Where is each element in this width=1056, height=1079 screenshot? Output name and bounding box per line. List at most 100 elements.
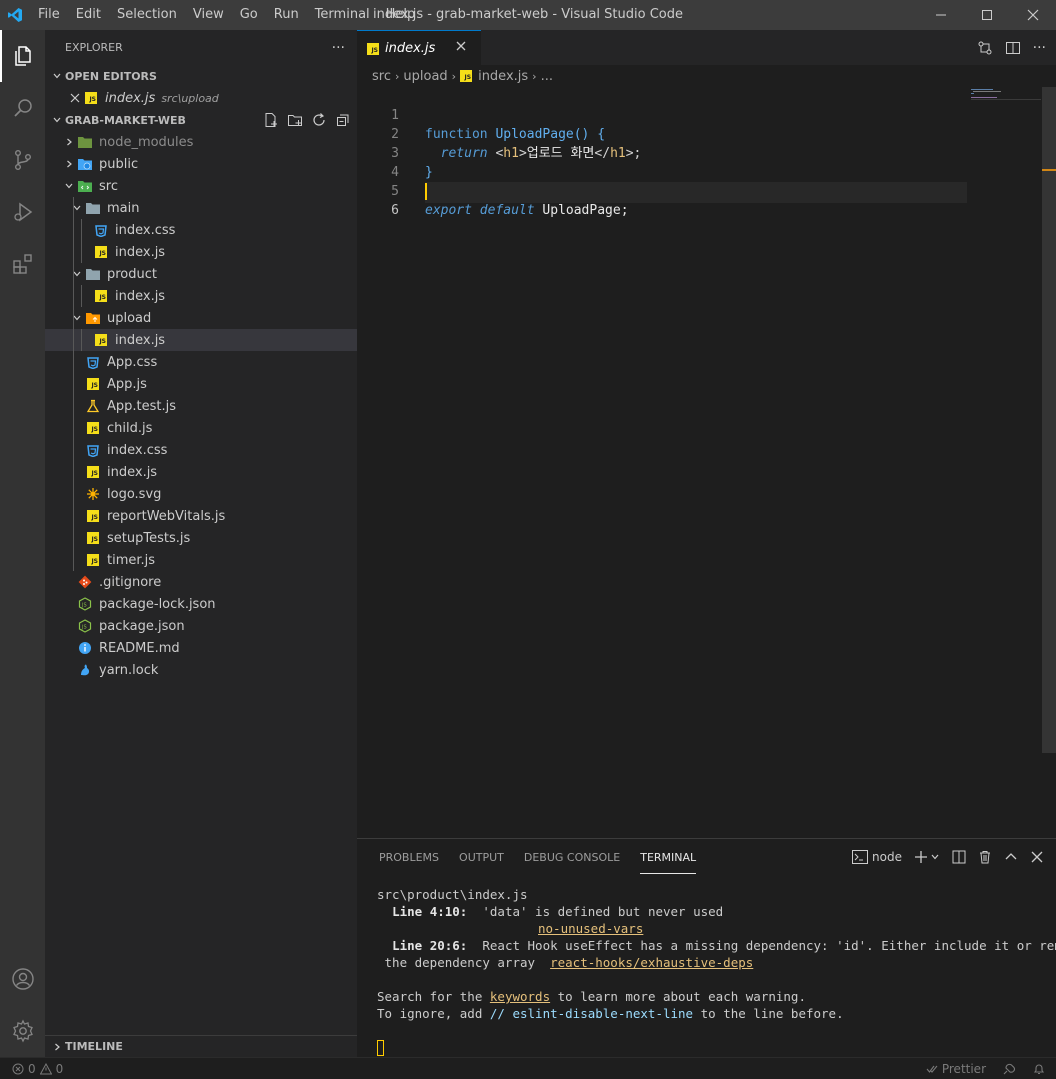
breadcrumb-symbol[interactable]: ... bbox=[541, 69, 553, 84]
test-flask-icon bbox=[85, 398, 101, 414]
tree-file-index-css[interactable]: index.css bbox=[45, 439, 357, 461]
manage-activity[interactable] bbox=[0, 1005, 45, 1057]
new-terminal-button[interactable] bbox=[914, 850, 940, 864]
tree-file-yarn-lock[interactable]: yarn.lock bbox=[45, 659, 357, 681]
maximize-button[interactable] bbox=[964, 0, 1010, 30]
more-actions-icon[interactable]: ··· bbox=[332, 40, 345, 56]
minimize-button[interactable] bbox=[918, 0, 964, 30]
close-icon[interactable] bbox=[1030, 850, 1044, 864]
split-editor-icon[interactable] bbox=[1005, 40, 1021, 56]
tree-folder-src[interactable]: src bbox=[45, 175, 357, 197]
tree-file-main-index-css[interactable]: index.css bbox=[45, 219, 357, 241]
tree-file-gitignore[interactable]: .gitignore bbox=[45, 571, 357, 593]
terminal-text: Search for the bbox=[377, 989, 490, 1004]
prettier-status[interactable]: Prettier bbox=[926, 1062, 986, 1076]
close-window-button[interactable] bbox=[1010, 0, 1056, 30]
editor-scrollbar[interactable] bbox=[1042, 87, 1056, 753]
terminal-selector[interactable]: node bbox=[852, 849, 902, 864]
tree-file-app-css[interactable]: App.css bbox=[45, 351, 357, 373]
tree-file-logo-svg[interactable]: logo.svg bbox=[45, 483, 357, 505]
terminal-output[interactable]: src\product\index.js Line 4:10: 'data' i… bbox=[377, 886, 1056, 1057]
rule-link[interactable]: react-hooks/exhaustive-deps bbox=[550, 955, 753, 970]
tree-file-app-js[interactable]: JS App.js bbox=[45, 373, 357, 395]
source-control-activity[interactable] bbox=[0, 134, 45, 186]
tree-file-reportwebvitals-js[interactable]: JS reportWebVitals.js bbox=[45, 505, 357, 527]
tree-file-timer-js[interactable]: JS timer.js bbox=[45, 549, 357, 571]
breadcrumb-upload[interactable]: upload bbox=[403, 69, 447, 84]
more-actions-icon[interactable]: ··· bbox=[1033, 40, 1046, 56]
collapse-all-icon[interactable] bbox=[335, 112, 351, 128]
minimize-icon bbox=[936, 14, 946, 16]
accounts-activity[interactable] bbox=[0, 953, 45, 1005]
tree-file-upload-index-js[interactable]: JS index.js bbox=[45, 329, 357, 351]
breadcrumb-src[interactable]: src bbox=[372, 69, 391, 84]
chevron-up-icon[interactable] bbox=[1004, 850, 1018, 864]
tab-index-js[interactable]: JS index.js bbox=[357, 30, 481, 65]
tree-folder-node-modules[interactable]: node_modules bbox=[45, 131, 357, 153]
new-folder-icon[interactable] bbox=[287, 112, 303, 128]
tree-file-app-test-js[interactable]: App.test.js bbox=[45, 395, 357, 417]
trash-icon[interactable] bbox=[978, 850, 992, 864]
minimap[interactable] bbox=[971, 87, 1041, 107]
timeline-section[interactable]: TIMELINE bbox=[45, 1035, 357, 1057]
menu-selection[interactable]: Selection bbox=[109, 0, 185, 30]
tree-file-package-json[interactable]: JS package.json bbox=[45, 615, 357, 637]
tree-file-setuptests-js[interactable]: JS setupTests.js bbox=[45, 527, 357, 549]
tab-terminal[interactable]: TERMINAL bbox=[630, 839, 706, 874]
extensions-activity[interactable] bbox=[0, 238, 45, 290]
menu-terminal[interactable]: Terminal bbox=[307, 0, 378, 30]
refresh-icon[interactable] bbox=[311, 112, 327, 128]
tab-debug-console[interactable]: DEBUG CONSOLE bbox=[514, 839, 630, 874]
feedback-icon[interactable] bbox=[1002, 1062, 1016, 1076]
split-terminal-icon[interactable] bbox=[952, 850, 966, 864]
close-editor-icon[interactable] bbox=[67, 87, 83, 109]
close-tab-icon[interactable] bbox=[455, 40, 467, 56]
new-file-icon[interactable] bbox=[263, 112, 279, 128]
chevron-down-icon[interactable] bbox=[930, 852, 940, 862]
tree-file-package-lock-json[interactable]: JS package-lock.json bbox=[45, 593, 357, 615]
menu-file[interactable]: File bbox=[30, 0, 68, 30]
code-area[interactable]: 1 function UploadPage() { 2 return <h1>업… bbox=[357, 87, 1056, 218]
terminal-text: to the line before. bbox=[693, 1006, 844, 1021]
search-icon bbox=[13, 99, 32, 117]
tree-file-product-index-js[interactable]: JS index.js bbox=[45, 285, 357, 307]
rule-link[interactable]: no-unused-vars bbox=[538, 921, 643, 936]
tab-problems[interactable]: PROBLEMS bbox=[369, 839, 449, 874]
menu-help[interactable]: Help bbox=[378, 0, 424, 30]
terminal-prompt[interactable] bbox=[377, 1040, 1056, 1057]
chevron-right-icon bbox=[49, 1042, 65, 1052]
tree-file-readme-md[interactable]: README.md bbox=[45, 637, 357, 659]
terminal-line: Search for the keywords to learn more ab… bbox=[377, 988, 1056, 1005]
open-editor-item[interactable]: JS index.js src\upload bbox=[45, 87, 357, 109]
keywords-link[interactable]: keywords bbox=[490, 989, 550, 1004]
menu-go[interactable]: Go bbox=[232, 0, 266, 30]
problems-status[interactable]: 0 0 bbox=[0, 1062, 63, 1076]
search-activity[interactable] bbox=[0, 82, 45, 134]
open-changes-icon[interactable] bbox=[977, 40, 993, 56]
menu-view[interactable]: View bbox=[185, 0, 232, 30]
tab-output[interactable]: OUTPUT bbox=[449, 839, 514, 874]
tree-file-child-js[interactable]: JS child.js bbox=[45, 417, 357, 439]
tree-folder-product[interactable]: product bbox=[45, 263, 357, 285]
explorer-activity[interactable] bbox=[0, 30, 45, 82]
js-file-icon: JS bbox=[367, 41, 379, 56]
tree-file-main-index-js[interactable]: JS index.js bbox=[45, 241, 357, 263]
run-debug-icon bbox=[13, 202, 32, 222]
project-header[interactable]: GRAB-MARKET-WEB bbox=[45, 109, 357, 131]
run-debug-activity[interactable] bbox=[0, 186, 45, 238]
tree-file-index-js[interactable]: JS index.js bbox=[45, 461, 357, 483]
menu-run[interactable]: Run bbox=[266, 0, 307, 30]
tree-folder-public[interactable]: public bbox=[45, 153, 357, 175]
tree-folder-upload[interactable]: upload bbox=[45, 307, 357, 329]
bell-icon[interactable] bbox=[1032, 1062, 1046, 1076]
open-editors-header[interactable]: OPEN EDITORS bbox=[45, 65, 357, 87]
code-line: 1 function UploadPage() { bbox=[357, 87, 1056, 142]
panel-actions: node bbox=[852, 839, 1044, 874]
svg-text:JS: JS bbox=[81, 625, 87, 631]
menu-edit[interactable]: Edit bbox=[68, 0, 109, 30]
tree-folder-main[interactable]: main bbox=[45, 197, 357, 219]
vscode-logo-icon bbox=[0, 0, 30, 30]
warning-count: 0 bbox=[55, 1061, 64, 1076]
breadcrumb-file[interactable]: index.js bbox=[478, 69, 528, 84]
tree-label: index.css bbox=[115, 222, 176, 238]
